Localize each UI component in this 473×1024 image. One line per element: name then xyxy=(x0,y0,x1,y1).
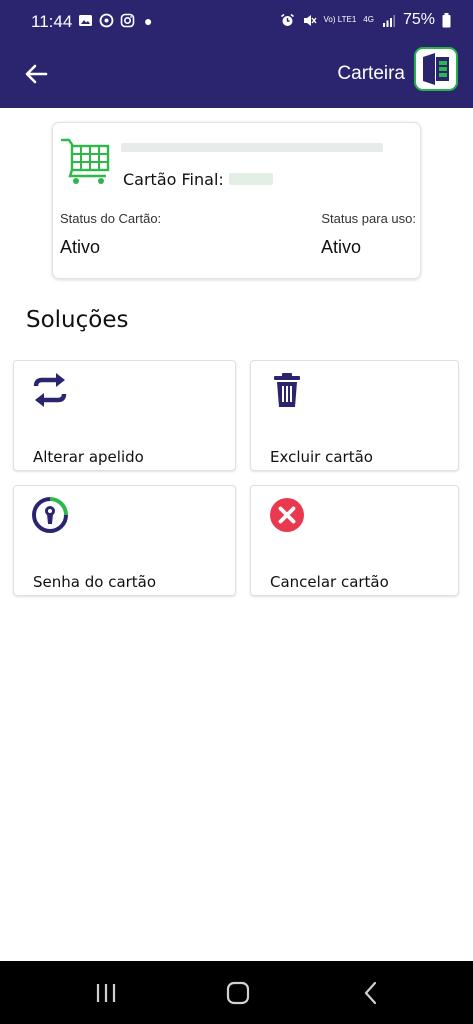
card-password-button[interactable]: Senha do cartão xyxy=(13,485,236,596)
status-card-label: Status do Cartão: xyxy=(60,211,162,226)
card-name-redacted xyxy=(121,143,383,152)
status-use-label: Status para uso: xyxy=(321,211,416,226)
recent-apps-icon[interactable] xyxy=(92,979,120,1007)
home-icon[interactable] xyxy=(224,979,252,1007)
status-use-value: Ativo xyxy=(321,237,362,257)
status-time: 11:44 xyxy=(31,12,73,31)
shopping-cart-icon xyxy=(60,138,110,184)
cancel-card-button[interactable]: Cancelar cartão xyxy=(250,485,459,596)
network-type: 4G xyxy=(363,15,374,24)
network-indicator: Vo) LTE1 xyxy=(324,16,357,24)
tile-label: Cancelar cartão xyxy=(270,573,389,591)
tile-label: Senha do cartão xyxy=(33,573,157,591)
page-title: Carteira xyxy=(337,63,405,84)
gallery-icon xyxy=(79,15,92,26)
card-final-label: Cartão Final: xyxy=(123,170,224,189)
keyhole-icon xyxy=(32,497,68,533)
tile-label: Alterar apelido xyxy=(33,448,144,466)
wallet-logo-icon xyxy=(414,47,458,91)
status-left-icons xyxy=(78,13,135,28)
signal-icon xyxy=(382,14,395,27)
card-final-redacted xyxy=(229,173,273,185)
tile-label: Excluir cartão xyxy=(270,448,373,466)
instagram-icon xyxy=(120,13,135,28)
battery-percent: 75% xyxy=(402,11,435,28)
battery-icon xyxy=(442,12,451,27)
arrow-left-icon[interactable] xyxy=(20,58,52,90)
app-bar: Carteira xyxy=(0,44,473,108)
delete-card-button[interactable]: Excluir cartão xyxy=(250,360,459,471)
cancel-x-icon xyxy=(270,498,304,532)
alarm-icon xyxy=(280,13,294,26)
trash-icon xyxy=(274,373,300,407)
network-label: Vo) LTE1 xyxy=(323,15,357,24)
mute-icon xyxy=(303,14,317,26)
system-nav-bar xyxy=(0,961,473,1024)
section-title: Soluções xyxy=(26,307,129,333)
alter-nickname-button[interactable]: Alterar apelido xyxy=(13,360,236,471)
notification-dot: ● xyxy=(144,13,153,29)
status-bar: 11:44 ● Vo) LTE1 4G 75% xyxy=(0,0,473,44)
whatsapp-icon xyxy=(99,13,114,28)
swap-arrows-icon xyxy=(33,373,67,407)
status-card-value: Ativo xyxy=(60,237,101,257)
status-right-icons: Vo) LTE1 4G 75% xyxy=(280,11,451,29)
back-icon[interactable] xyxy=(357,979,385,1007)
card-info-panel: Cartão Final: Status do Cartão: Status p… xyxy=(52,122,421,279)
